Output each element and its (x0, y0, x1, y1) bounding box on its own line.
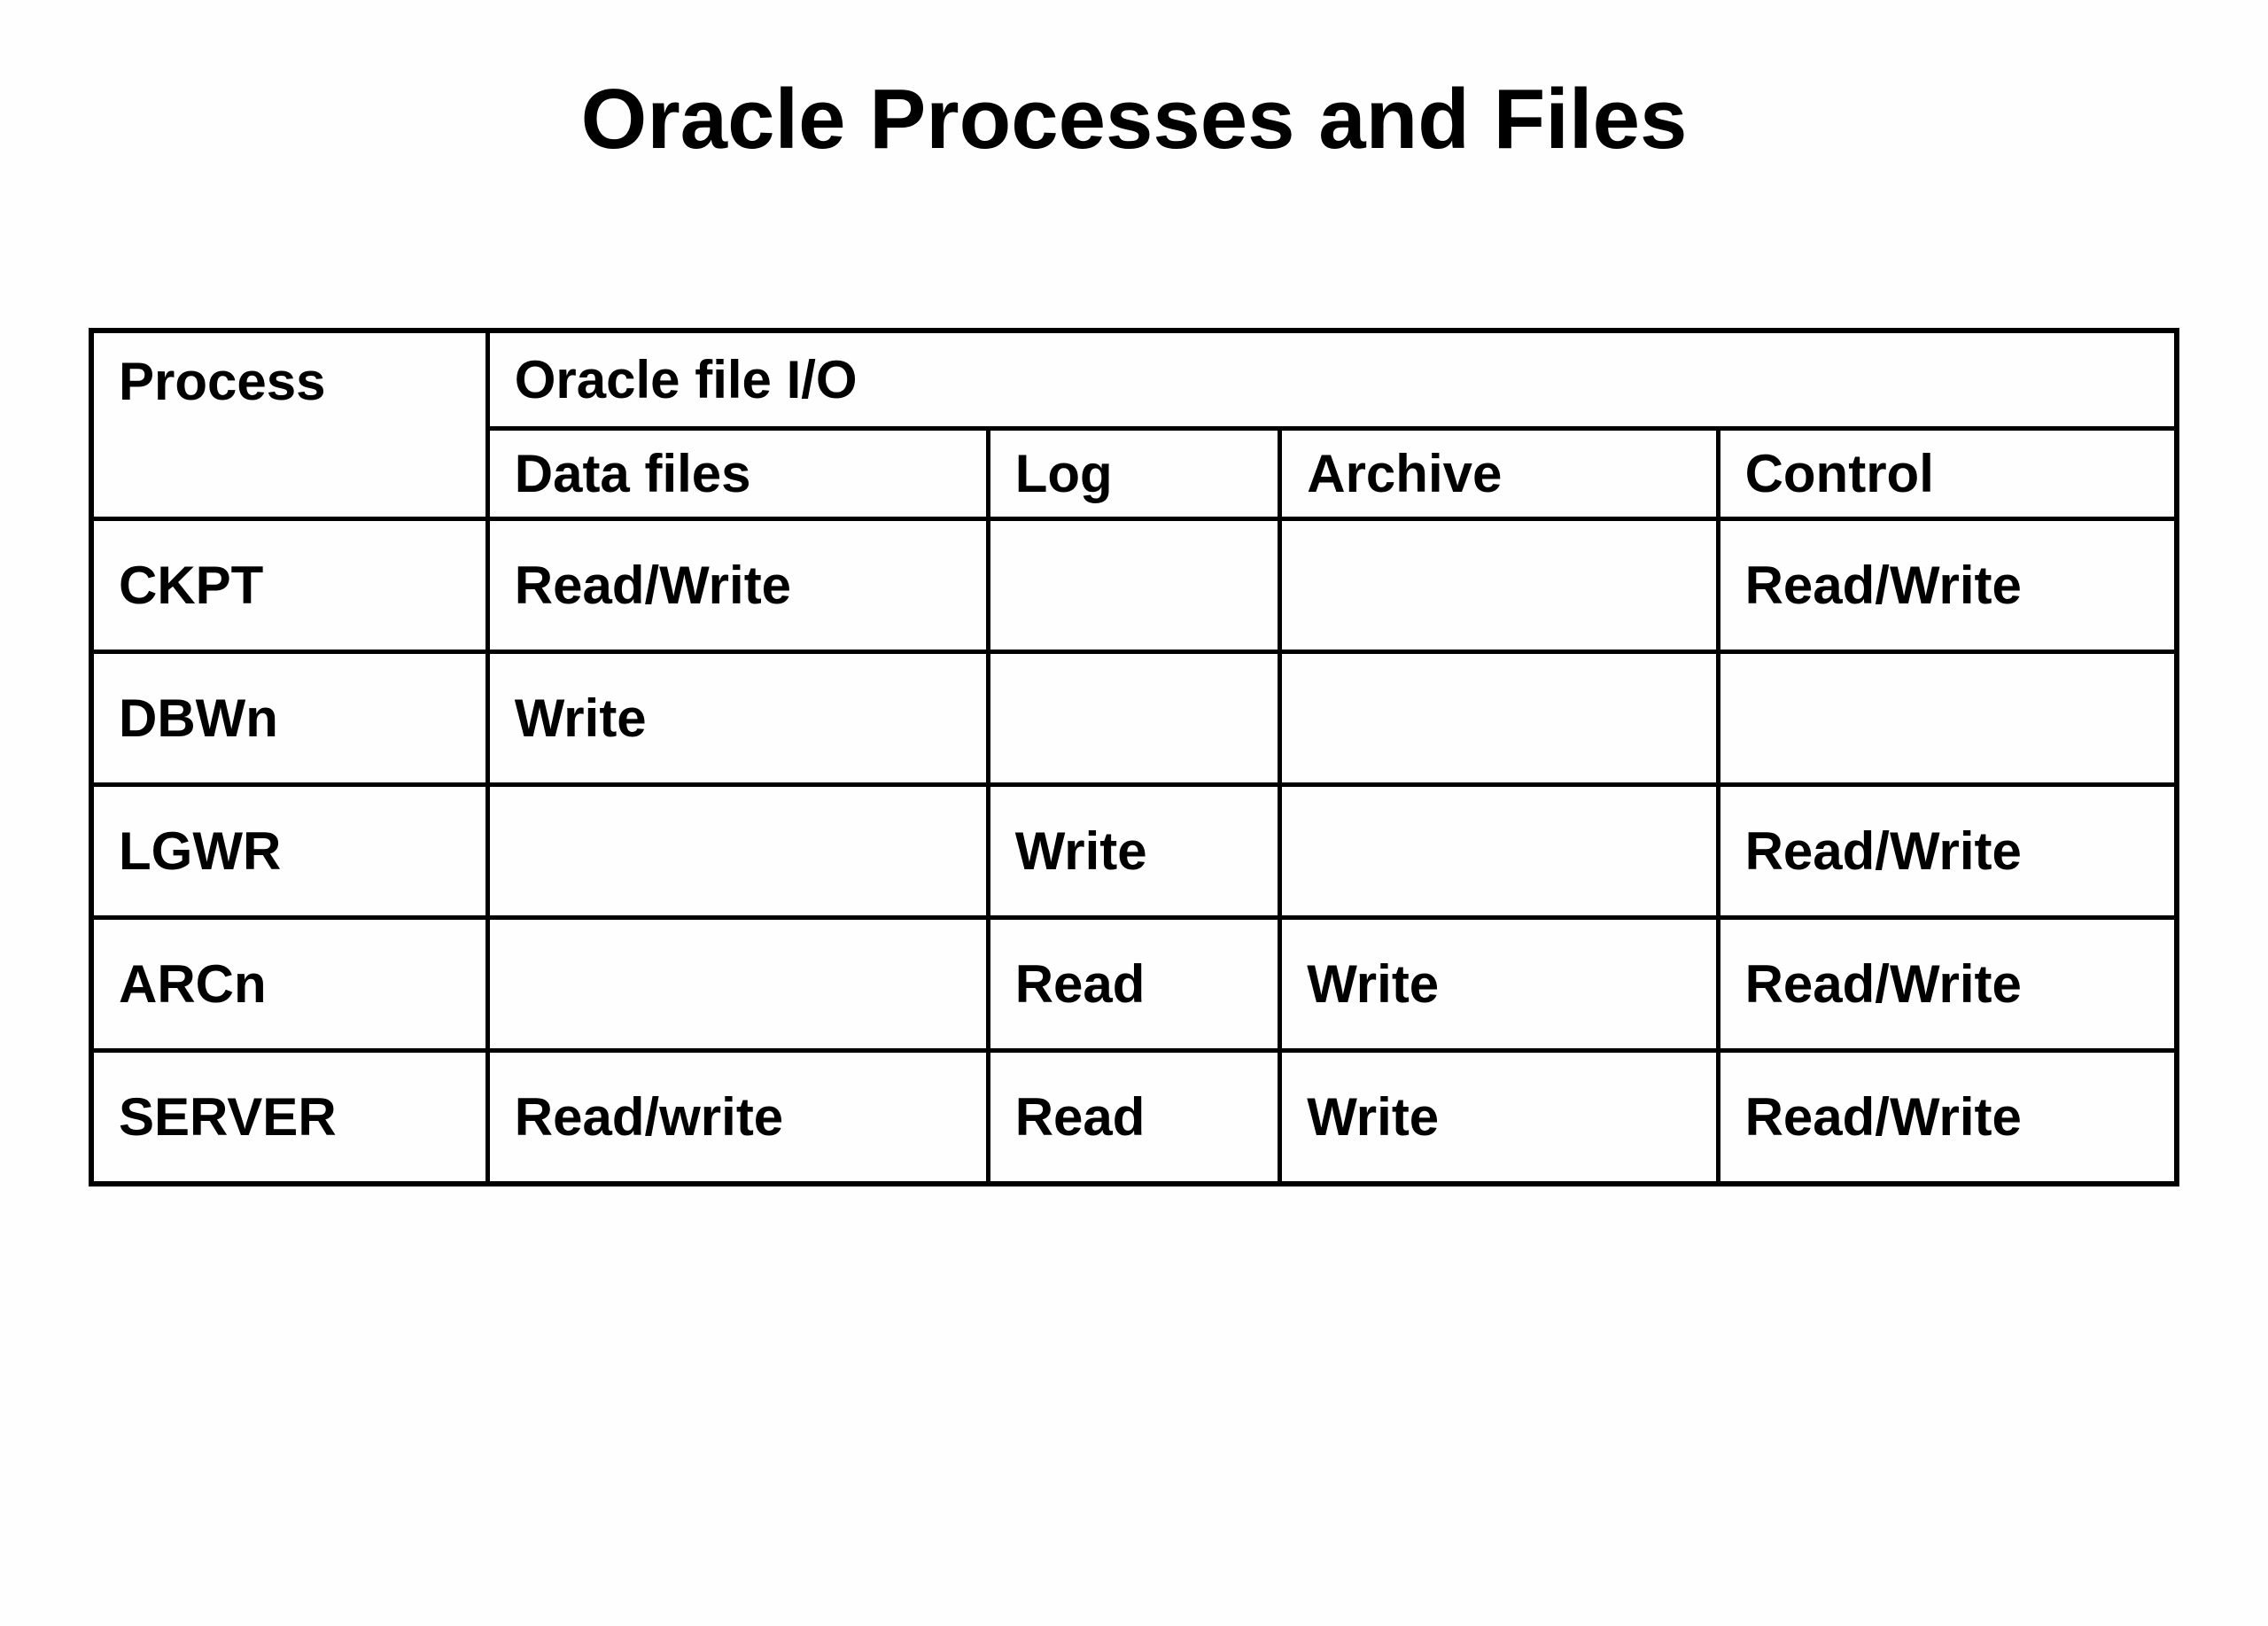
cell-datafiles: Read/Write (487, 519, 988, 652)
cell-log (988, 652, 1280, 785)
page-title: Oracle Processes and Files (71, 71, 2197, 168)
header-archive: Archive (1280, 429, 1718, 519)
table-row: LGWR Write Read/Write (91, 785, 2177, 918)
cell-log: Write (988, 785, 1280, 918)
cell-process: LGWR (91, 785, 487, 918)
cell-process: SERVER (91, 1051, 487, 1184)
header-process: Process (91, 331, 487, 519)
cell-control: Read/Write (1718, 918, 2177, 1051)
cell-process: CKPT (91, 519, 487, 652)
cell-archive (1280, 519, 1718, 652)
table-row: ARCn Read Write Read/Write (91, 918, 2177, 1051)
cell-datafiles: Read/write (487, 1051, 988, 1184)
header-group: Oracle file I/O (487, 331, 2177, 429)
cell-control (1718, 652, 2177, 785)
process-table: Process Oracle file I/O Data files Log A… (89, 328, 2179, 1186)
cell-control: Read/Write (1718, 519, 2177, 652)
process-table-container: Process Oracle file I/O Data files Log A… (89, 328, 2179, 1186)
table-row: DBWn Write (91, 652, 2177, 785)
cell-archive (1280, 652, 1718, 785)
cell-process: DBWn (91, 652, 487, 785)
cell-log: Read (988, 1051, 1280, 1184)
header-log: Log (988, 429, 1280, 519)
table-row: CKPT Read/Write Read/Write (91, 519, 2177, 652)
table-row: SERVER Read/write Read Write Read/Write (91, 1051, 2177, 1184)
cell-datafiles: Write (487, 652, 988, 785)
cell-archive (1280, 785, 1718, 918)
cell-archive: Write (1280, 1051, 1718, 1184)
cell-process: ARCn (91, 918, 487, 1051)
cell-control: Read/Write (1718, 785, 2177, 918)
cell-control: Read/Write (1718, 1051, 2177, 1184)
cell-datafiles (487, 785, 988, 918)
cell-archive: Write (1280, 918, 1718, 1051)
header-control: Control (1718, 429, 2177, 519)
cell-log (988, 519, 1280, 652)
header-datafiles: Data files (487, 429, 988, 519)
cell-datafiles (487, 918, 988, 1051)
cell-log: Read (988, 918, 1280, 1051)
